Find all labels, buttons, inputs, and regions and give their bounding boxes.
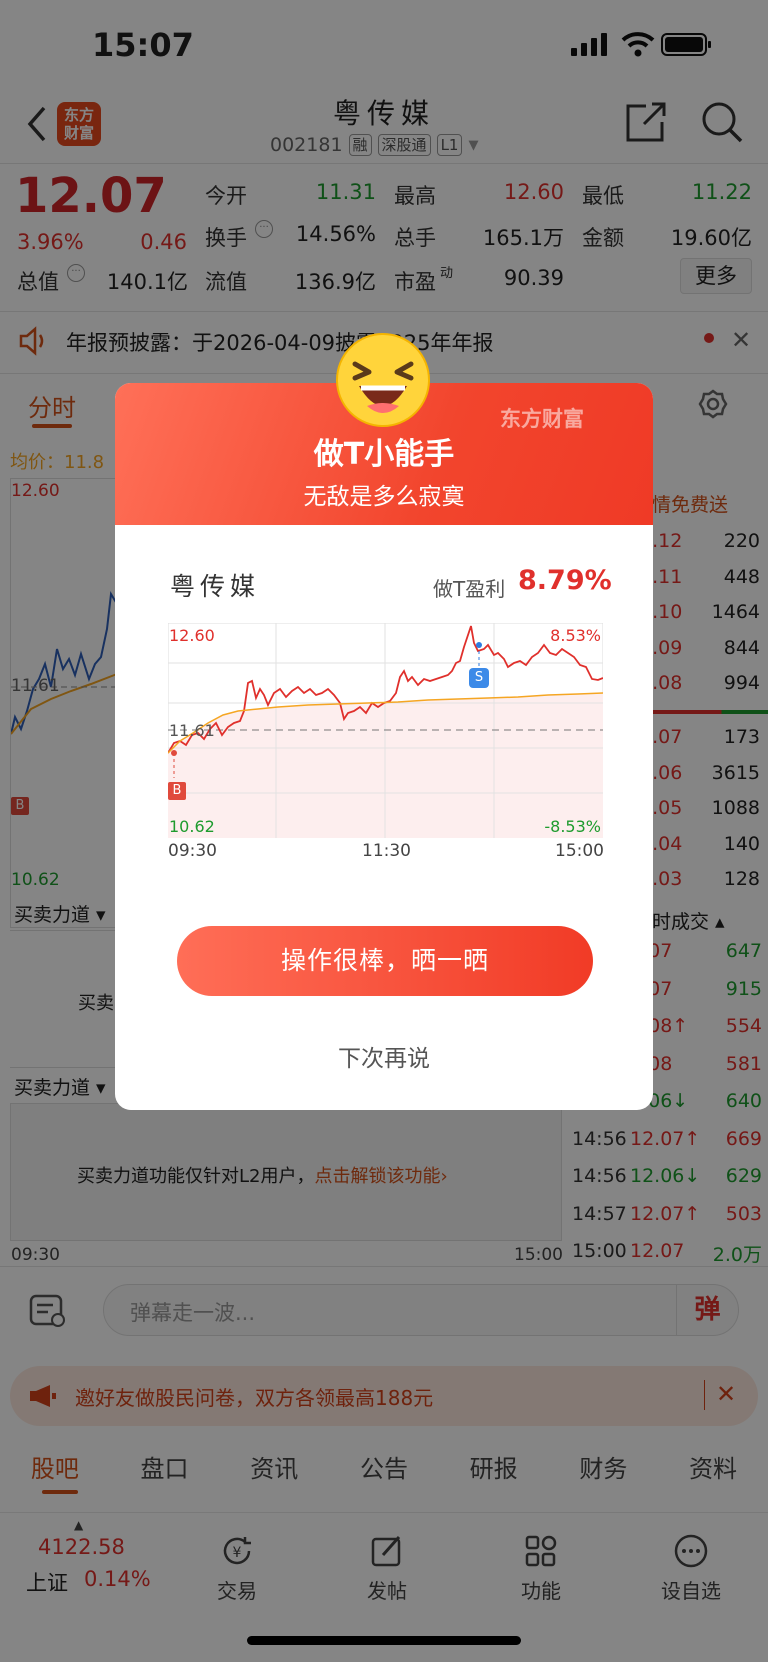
modal-chart-low: 10.62 xyxy=(169,817,215,836)
stock-detail-page: 15:07 东方 财富 粤传媒 002181 融 深股通 L1 ▼ 12.07 … xyxy=(0,0,768,1662)
modal-chart-high: 12.60 xyxy=(169,626,215,645)
buy-marker: B xyxy=(168,782,186,800)
modal-chart-pct-low: -8.53% xyxy=(544,817,601,836)
achievement-modal: 东方财富 做T小能手 无敌是多么寂寞 粤传媒 做T盈利 8.79% B S 12… xyxy=(115,383,653,1110)
dismiss-button[interactable]: 下次再说 xyxy=(115,1039,653,1073)
modal-time-start: 09:30 xyxy=(168,841,217,861)
profit-label: 做T盈利 xyxy=(433,577,506,601)
modal-chart-mid: 11.61 xyxy=(169,721,215,740)
modal-subtitle: 无敌是多么寂寞 xyxy=(303,484,465,510)
share-result-button[interactable]: 操作很棒，晒一晒 xyxy=(177,926,593,996)
modal-time-mid: 11:30 xyxy=(362,841,411,861)
modal-title: 做T小能手 xyxy=(313,437,455,472)
profit-value: 8.79% xyxy=(518,565,612,596)
trade-chart: B S 12.60 11.61 10.62 8.53% -8.53% xyxy=(167,622,604,839)
home-indicator xyxy=(247,1636,521,1645)
modal-stock-name: 粤传媒 xyxy=(170,572,261,601)
modal-chart-pct-high: 8.53% xyxy=(550,626,601,645)
modal-time-end: 15:00 xyxy=(555,841,604,861)
laughing-emoji-icon xyxy=(333,330,433,430)
sell-marker: S xyxy=(469,668,489,688)
